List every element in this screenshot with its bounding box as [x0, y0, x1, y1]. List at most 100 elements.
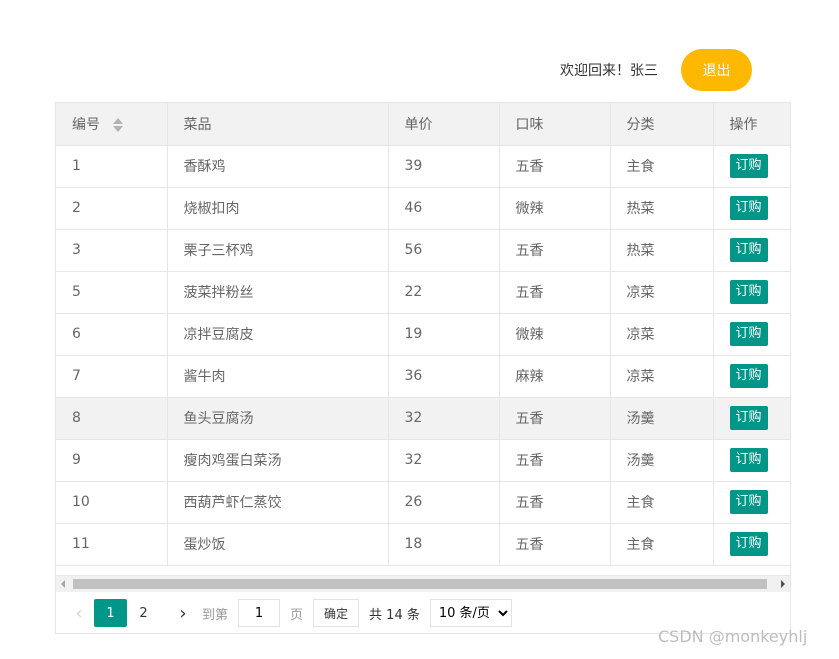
table-row: 11 蛋炒饭 18 五香 主食 订购: [56, 523, 790, 566]
cell-id: 2: [56, 187, 168, 230]
cell-action: 订购: [713, 523, 790, 566]
order-button[interactable]: 订购: [729, 154, 768, 178]
table-row: 7 酱牛肉 36 麻辣 凉菜 订购: [56, 355, 790, 398]
confirm-button[interactable]: 确定: [313, 599, 360, 627]
logout-button[interactable]: 退出: [681, 49, 752, 91]
scrollbar-thumb[interactable]: [73, 579, 767, 589]
scroll-right-icon[interactable]: [781, 580, 785, 588]
table-row: 3 栗子三杯鸡 56 五香 热菜 订购: [56, 229, 790, 272]
cell-price: 56: [388, 229, 500, 272]
cell-name: 烧椒扣肉: [167, 187, 389, 230]
cell-category: 主食: [610, 523, 714, 566]
cell-name: 菠菜拌粉丝: [167, 271, 389, 314]
cell-taste: 五香: [499, 271, 611, 314]
page-2-button[interactable]: 2: [127, 599, 160, 627]
column-header-price: 单价: [388, 103, 500, 146]
cell-taste: 五香: [499, 439, 611, 482]
page-1-button[interactable]: 1: [94, 599, 127, 627]
cell-price: 19: [388, 313, 500, 356]
column-header-name: 菜品: [167, 103, 389, 146]
watermark: CSDN @monkeyhlj: [658, 627, 808, 646]
cell-name: 酱牛肉: [167, 355, 389, 398]
column-header-id[interactable]: 编号: [56, 103, 168, 146]
order-button[interactable]: 订购: [729, 448, 768, 472]
cell-price: 32: [388, 397, 500, 440]
cell-action: 订购: [713, 229, 790, 272]
sort-icon[interactable]: [112, 117, 124, 133]
column-header-taste: 口味: [499, 103, 611, 146]
cell-id: 3: [56, 229, 168, 272]
column-header-label: 编号: [72, 116, 100, 133]
cell-price: 26: [388, 481, 500, 524]
cell-category: 热菜: [610, 229, 714, 272]
cell-price: 22: [388, 271, 500, 314]
order-button[interactable]: 订购: [729, 532, 768, 556]
table-row: 2 烧椒扣肉 46 微辣 热菜 订购: [56, 187, 790, 230]
cell-taste: 五香: [499, 397, 611, 440]
cell-action: 订购: [713, 271, 790, 314]
cell-price: 32: [388, 439, 500, 482]
order-button[interactable]: 订购: [729, 196, 768, 220]
order-button[interactable]: 订购: [729, 490, 768, 514]
table-row: 9 瘦肉鸡蛋白菜汤 32 五香 汤羹 订购: [56, 439, 790, 482]
cell-category: 凉菜: [610, 313, 714, 356]
cell-taste: 五香: [499, 523, 611, 566]
cell-action: 订购: [713, 439, 790, 482]
cell-category: 凉菜: [610, 355, 714, 398]
cell-id: 6: [56, 313, 168, 356]
cell-price: 18: [388, 523, 500, 566]
cell-price: 46: [388, 187, 500, 230]
order-button[interactable]: 订购: [729, 364, 768, 388]
cell-category: 凉菜: [610, 271, 714, 314]
cell-name: 栗子三杯鸡: [167, 229, 389, 272]
cell-category: 主食: [610, 145, 714, 188]
cell-category: 汤羹: [610, 439, 714, 482]
cell-action: 订购: [713, 145, 790, 188]
cell-action: 订购: [713, 397, 790, 440]
cell-id: 11: [56, 523, 168, 566]
total-count: 共 14 条: [369, 607, 420, 623]
cell-name: 蛋炒饭: [167, 523, 389, 566]
order-button[interactable]: 订购: [729, 406, 768, 430]
order-button[interactable]: 订购: [729, 280, 768, 304]
cell-price: 36: [388, 355, 500, 398]
cell-taste: 五香: [499, 481, 611, 524]
column-header-category: 分类: [610, 103, 714, 146]
dish-table-container: 编号 菜品 单价 口味 分类 操作 1 香酥鸡 39 五香 主食 订购 2 烧椒扣肉 46 微辣热…: [55, 102, 791, 634]
page-size-select[interactable]: 10 条/页: [429, 599, 512, 627]
table-row: 10 西葫芦虾仁蒸饺 26 五香 主食 订购: [56, 481, 790, 524]
goto-label: 到第: [202, 607, 229, 623]
cell-name: 鱼头豆腐汤: [167, 397, 389, 440]
order-button[interactable]: 订购: [729, 322, 768, 346]
cell-action: 订购: [713, 187, 790, 230]
cell-id: 8: [56, 397, 168, 440]
goto-page-input[interactable]: [238, 599, 281, 627]
cell-taste: 五香: [499, 145, 611, 188]
cell-name: 凉拌豆腐皮: [167, 313, 389, 356]
cell-id: 10: [56, 481, 168, 524]
table-row: 1 香酥鸡 39 五香 主食 订购: [56, 145, 790, 188]
cell-category: 汤羹: [610, 397, 714, 440]
cell-action: 订购: [713, 355, 790, 398]
cell-action: 订购: [713, 313, 790, 356]
cell-taste: 五香: [499, 229, 611, 272]
scroll-left-icon[interactable]: [61, 580, 65, 588]
page-suffix-label: 页: [290, 607, 304, 623]
dish-table: 编号 菜品 单价 口味 分类 操作 1 香酥鸡 39 五香 主食 订购 2 烧椒扣肉 46 微辣热…: [56, 103, 790, 566]
table-header-row: 编号 菜品 单价 口味 分类 操作: [56, 103, 790, 146]
order-button[interactable]: 订购: [729, 238, 768, 262]
horizontal-scrollbar[interactable]: [56, 575, 790, 592]
cell-id: 9: [56, 439, 168, 482]
cell-taste: 微辣: [499, 187, 611, 230]
table-row: 6 凉拌豆腐皮 19 微辣 凉菜 订购: [56, 313, 790, 356]
prev-page-icon[interactable]: ‹: [64, 599, 94, 627]
table-row: 8 鱼头豆腐汤 32 五香 汤羹 订购: [56, 397, 790, 440]
table-row: 5 菠菜拌粉丝 22 五香 凉菜 订购: [56, 271, 790, 314]
cell-name: 香酥鸡: [167, 145, 389, 188]
cell-category: 主食: [610, 481, 714, 524]
column-header-action: 操作: [713, 103, 790, 146]
next-page-icon[interactable]: ›: [168, 599, 198, 627]
cell-category: 热菜: [610, 187, 714, 230]
cell-taste: 微辣: [499, 313, 611, 356]
cell-id: 5: [56, 271, 168, 314]
